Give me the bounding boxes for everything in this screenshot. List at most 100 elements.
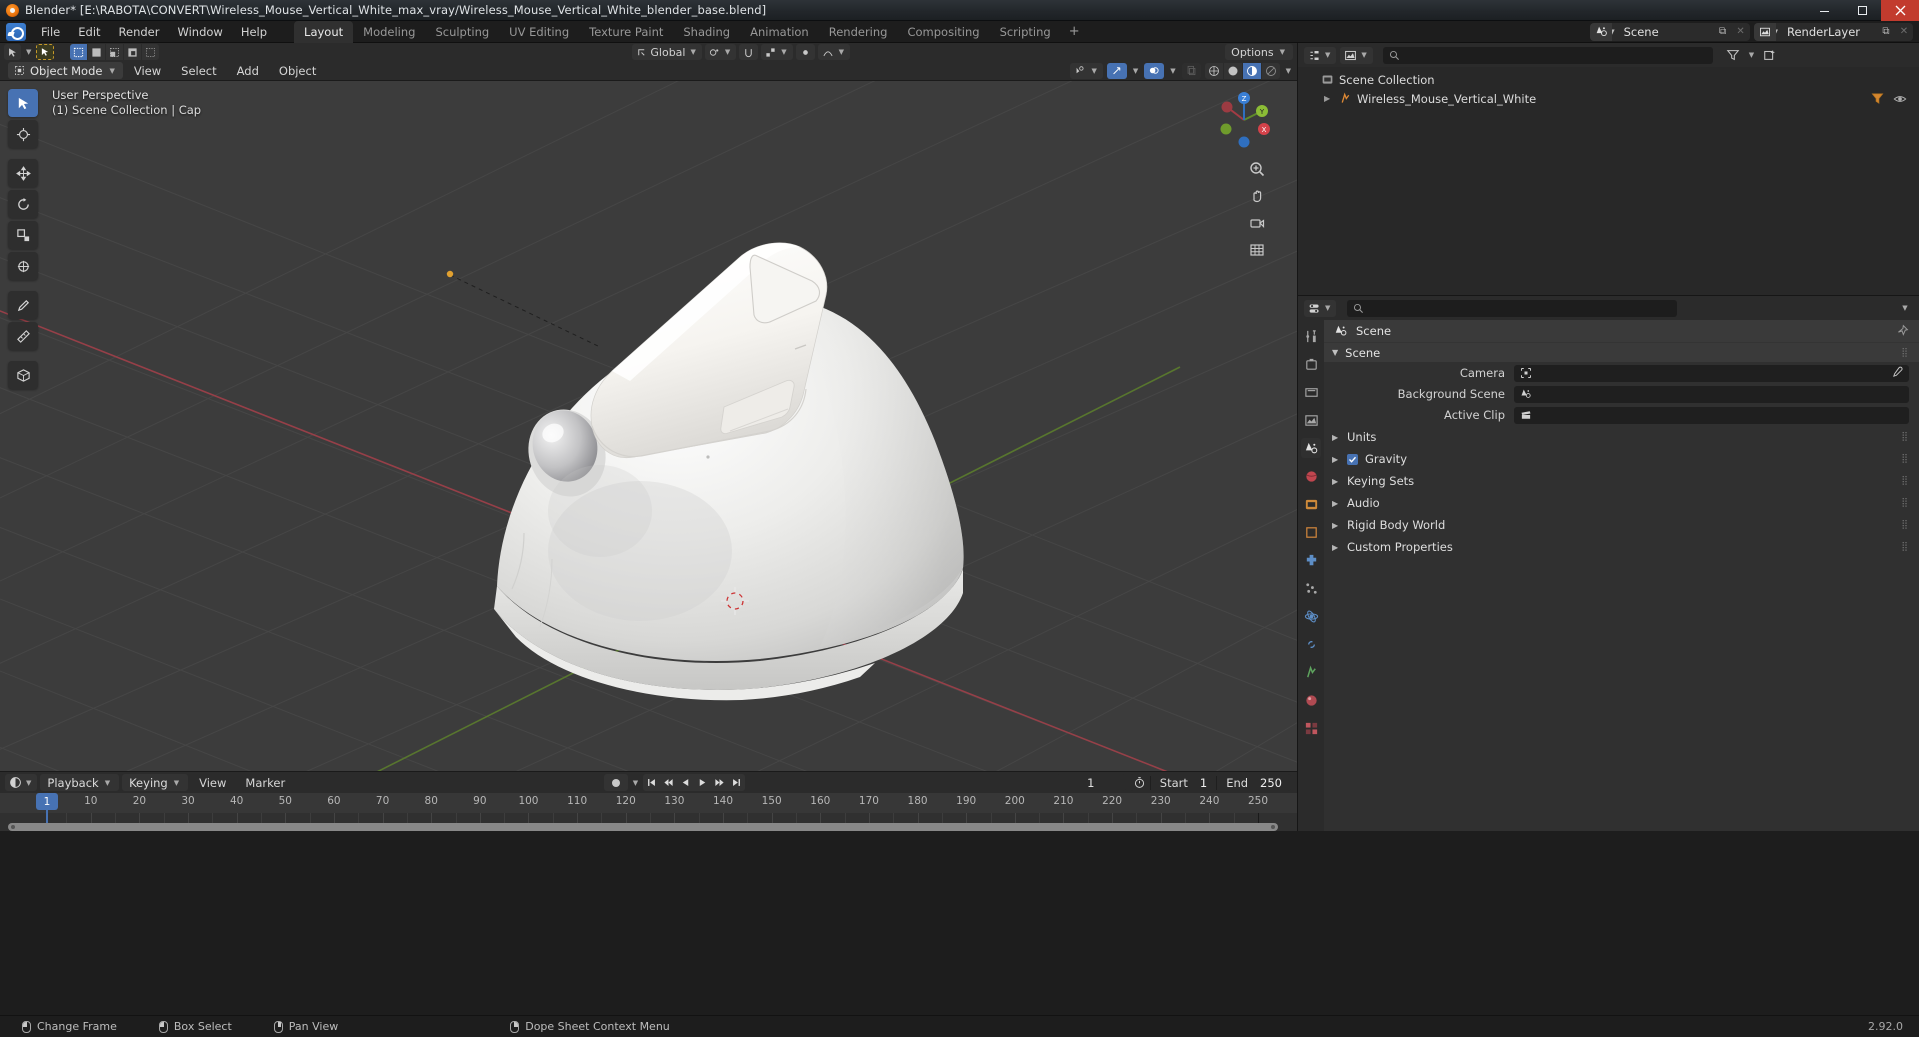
- chevron-down-icon[interactable]: ▼: [1284, 67, 1293, 75]
- select-subtract-button[interactable]: [106, 44, 124, 60]
- outliner-filter-button[interactable]: [1723, 47, 1743, 63]
- tab-uv-editing[interactable]: UV Editing: [499, 21, 579, 43]
- tab-material[interactable]: [1301, 690, 1321, 710]
- tool-annotate[interactable]: [8, 291, 38, 319]
- pin-icon[interactable]: [1896, 322, 1919, 341]
- shading-wireframe-button[interactable]: [1204, 62, 1223, 79]
- tab-scene[interactable]: [1301, 438, 1321, 458]
- menu-file[interactable]: File: [32, 22, 69, 42]
- tab-texture[interactable]: [1301, 718, 1321, 738]
- menu-window[interactable]: Window: [168, 22, 231, 42]
- custom-properties-section[interactable]: ▶ Custom Properties ⣿: [1324, 537, 1919, 557]
- timeline-ruler[interactable]: 10 20 30 40 50 60 70 80 90 100 110 120 130 140 150 160 1…: [0, 793, 1297, 813]
- tab-sculpting[interactable]: Sculpting: [425, 21, 499, 43]
- scene-name[interactable]: Scene: [1618, 25, 1714, 39]
- snap-toggle[interactable]: [739, 44, 759, 60]
- viewport-menu-add[interactable]: Add: [228, 62, 268, 80]
- viewport-menu-object[interactable]: Object: [270, 62, 325, 80]
- scene-panel-header[interactable]: ▼ Scene ⣿: [1324, 342, 1919, 362]
- active-clip-field[interactable]: [1514, 406, 1909, 424]
- minimize-button[interactable]: [1805, 0, 1843, 21]
- new-collection-button[interactable]: [1760, 47, 1780, 63]
- editor-type-selector[interactable]: ▼: [5, 774, 38, 791]
- select-extend-button[interactable]: [88, 44, 106, 60]
- playback-menu[interactable]: Playback ▼: [40, 774, 120, 791]
- view-layer-name[interactable]: RenderLayer: [1781, 25, 1877, 39]
- overlays-toggle[interactable]: [1144, 62, 1165, 79]
- disclosure-triangle-icon[interactable]: ▶: [1324, 94, 1334, 103]
- tab-object-data[interactable]: [1301, 662, 1321, 682]
- tool-transform[interactable]: [8, 252, 38, 280]
- chevron-down-icon[interactable]: ▼: [1168, 67, 1177, 75]
- tool-cursor[interactable]: [8, 120, 38, 148]
- select-tool-button[interactable]: [36, 44, 55, 60]
- menu-help[interactable]: Help: [232, 22, 276, 42]
- outliner-search-input[interactable]: [1382, 46, 1713, 64]
- scene-selector[interactable]: ▼ Scene ⧉ ✕: [1590, 22, 1750, 41]
- camera-field[interactable]: [1514, 364, 1909, 382]
- add-workspace-button[interactable]: +: [1061, 23, 1088, 41]
- camera-view-icon[interactable]: [1247, 213, 1267, 233]
- chevron-down-icon[interactable]: ▼: [24, 48, 33, 56]
- tab-rendering[interactable]: Rendering: [819, 21, 898, 43]
- blender-logo-icon[interactable]: [6, 22, 26, 41]
- new-scene-button[interactable]: ⧉: [1714, 23, 1732, 41]
- tool-tweak[interactable]: [8, 89, 38, 117]
- select-set-button[interactable]: [70, 44, 88, 60]
- units-section[interactable]: ▶ Units ⣿: [1324, 427, 1919, 447]
- tab-scripting[interactable]: Scripting: [990, 21, 1061, 43]
- tab-object[interactable]: [1301, 522, 1321, 542]
- pan-hand-icon[interactable]: [1247, 186, 1267, 206]
- tab-render[interactable]: [1301, 354, 1321, 374]
- viewport-options-button[interactable]: Options ▼: [1225, 44, 1293, 60]
- tool-measure[interactable]: [8, 322, 38, 350]
- unlink-scene-button[interactable]: ✕: [1732, 23, 1750, 41]
- tab-texture-paint[interactable]: Texture Paint: [579, 21, 673, 43]
- background-scene-field[interactable]: [1514, 385, 1909, 403]
- properties-search-input[interactable]: [1347, 299, 1678, 317]
- select-invert-button[interactable]: [124, 44, 142, 60]
- play-reverse-button[interactable]: [677, 774, 694, 791]
- play-button[interactable]: [694, 774, 711, 791]
- tab-modifiers[interactable]: [1301, 550, 1321, 570]
- timeline-menu-view[interactable]: View: [191, 774, 234, 792]
- 3d-viewport[interactable]: User Perspective (1) Scene Collection | …: [0, 81, 1297, 771]
- properties-editor-type-selector[interactable]: ▼: [1304, 299, 1337, 317]
- rigid-body-world-section[interactable]: ▶ Rigid Body World ⣿: [1324, 515, 1919, 535]
- proportional-editing-toggle[interactable]: [795, 44, 815, 60]
- zoom-icon[interactable]: [1247, 159, 1267, 179]
- tab-shading[interactable]: Shading: [673, 21, 740, 43]
- shading-solid-button[interactable]: [1223, 62, 1242, 79]
- remove-view-layer-button[interactable]: ✕: [1895, 23, 1913, 41]
- previous-keyframe-button[interactable]: [660, 774, 677, 791]
- start-frame-field[interactable]: Start 1: [1149, 775, 1216, 790]
- tab-layout[interactable]: Layout: [294, 20, 354, 43]
- transform-orientation-selector[interactable]: Global ▼: [632, 44, 702, 60]
- tool-scale[interactable]: [8, 221, 38, 249]
- gravity-checkbox[interactable]: [1347, 453, 1358, 465]
- outliner-display-mode-selector[interactable]: ▼: [1340, 46, 1373, 64]
- tab-compositing[interactable]: Compositing: [897, 21, 989, 43]
- jump-to-start-button[interactable]: [643, 774, 660, 791]
- viewport-menu-view[interactable]: View: [125, 62, 170, 80]
- new-view-layer-button[interactable]: ⧉: [1877, 23, 1895, 41]
- mode-selector[interactable]: Object Mode ▼: [8, 62, 123, 79]
- xray-toggle[interactable]: [1181, 62, 1201, 79]
- tab-constraints[interactable]: [1301, 634, 1321, 654]
- tool-rotate[interactable]: [8, 190, 38, 218]
- tab-animation[interactable]: Animation: [740, 21, 819, 43]
- tab-physics[interactable]: [1301, 606, 1321, 626]
- current-frame-field[interactable]: 1: [1055, 774, 1126, 791]
- pivot-point-selector[interactable]: ▼: [704, 44, 737, 60]
- shading-rendered-button[interactable]: [1261, 62, 1280, 79]
- select-intersect-button[interactable]: [142, 44, 160, 60]
- tab-view-layer[interactable]: [1301, 410, 1321, 430]
- active-tool-icon[interactable]: [4, 44, 21, 60]
- tab-tool[interactable]: [1301, 326, 1321, 346]
- hide-in-viewport-icon[interactable]: [1893, 92, 1907, 106]
- tab-modeling[interactable]: Modeling: [353, 21, 425, 43]
- chevron-down-icon[interactable]: ▼: [1747, 51, 1756, 59]
- tool-move[interactable]: [8, 159, 38, 187]
- tab-output[interactable]: [1301, 382, 1321, 402]
- properties-options-button[interactable]: ▼: [1897, 300, 1913, 316]
